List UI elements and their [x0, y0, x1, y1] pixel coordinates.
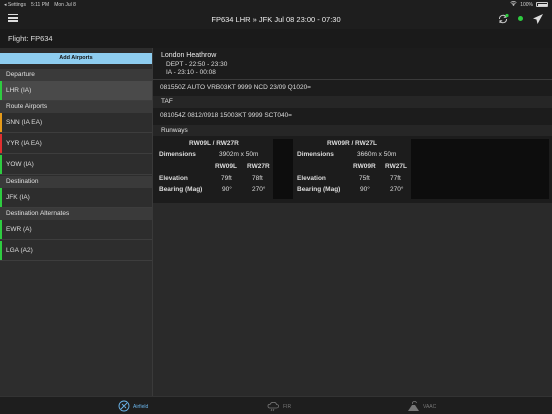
back-to-settings[interactable]: ◂ Settings [4, 2, 26, 8]
dimensions-label: Dimensions [297, 151, 334, 158]
status-bar-indicator [0, 220, 2, 239]
elevation-label: Elevation [297, 175, 326, 182]
sidebar-item-lga[interactable]: LGA (A2) [0, 241, 152, 261]
flight-label: Flight: FP634 [0, 29, 552, 48]
airport-name: London Heathrow [161, 52, 217, 59]
bearing-label: Bearing (Mag) [297, 186, 341, 193]
airport-sidebar: Add Airports Departure LHR (IA) Route Ai… [0, 48, 152, 396]
vaac-icon [407, 400, 420, 414]
section-header-route: Route Airports [0, 101, 152, 113]
airport-label: EWR (A) [6, 226, 32, 233]
tab-fir[interactable]: FIR [267, 400, 291, 414]
bearing-value: 90° [360, 186, 370, 193]
sidebar-item-jfk[interactable]: JFK (IA) [0, 188, 152, 208]
add-airports-button[interactable]: Add Airports [0, 53, 152, 64]
wifi-icon [510, 1, 517, 8]
battery-icon [536, 2, 548, 7]
bearing-value: 270° [390, 186, 404, 193]
runway-end: RW09L [215, 163, 237, 170]
airfield-icon [118, 400, 130, 414]
airport-label: LHR (IA) [6, 87, 32, 94]
airport-detail-panel: London Heathrow DEPT - 22:50 - 23:30 IA … [152, 48, 552, 396]
sidebar-item-lhr[interactable]: LHR (IA) [0, 81, 152, 101]
tab-label: VAAC [423, 404, 437, 410]
tab-bar: Airfield FIR VAAC [0, 396, 552, 414]
dimensions-value: 3660m x 50m [357, 151, 397, 158]
airport-label: YOW (IA) [6, 161, 34, 168]
airport-label: YYR (IA EA) [6, 140, 42, 147]
metar-text: 081550Z AUTO VRB03KT 9999 NCD 23/09 Q102… [160, 84, 311, 91]
airport-label: SNN (IA EA) [6, 119, 43, 126]
elevation-value: 78ft [252, 175, 263, 182]
runways-header: Runways [153, 125, 552, 136]
tab-vaac[interactable]: VAAC [407, 400, 436, 414]
runway-spacer [411, 139, 549, 199]
connection-status-icon [518, 15, 523, 21]
sidebar-item-ewr[interactable]: EWR (A) [0, 220, 152, 240]
sidebar-item-snn[interactable]: SNN (IA EA) [0, 113, 152, 133]
bearing-value: 90° [222, 186, 232, 193]
runway-title: RW09L / RW27R [189, 140, 239, 147]
tab-airfield[interactable]: Airfield [118, 400, 148, 414]
nav-bar: FP634 LHR » JFK Jul 08 23:00 - 07:30 [0, 9, 552, 29]
sidebar-item-yow[interactable]: YOW (IA) [0, 155, 152, 175]
divider [153, 79, 552, 80]
time-windows: DEPT - 22:50 - 23:30 IA - 23:10 - 00:08 [166, 61, 227, 77]
status-bar-indicator [0, 188, 2, 207]
tab-label: Airfield [133, 404, 149, 410]
status-time: 5:11 PM [30, 1, 50, 8]
section-header-destination: Destination [0, 176, 152, 188]
elevation-value: 75ft [359, 175, 370, 182]
taf-text: 081054Z 0812/0918 15003KT 9999 SCT040= [160, 112, 292, 119]
runway-end: RW27L [385, 163, 407, 170]
status-bar-indicator [0, 241, 2, 260]
fir-icon [267, 400, 280, 414]
status-date: Mon Jul 8 [54, 1, 76, 8]
status-bar-indicator [0, 134, 2, 153]
elevation-value: 77ft [390, 175, 401, 182]
airport-label: JFK (IA) [6, 194, 30, 201]
dimensions-label: Dimensions [159, 151, 196, 158]
section-header-departure: Departure [0, 69, 152, 81]
status-bar-indicator [0, 81, 2, 100]
bearing-label: Bearing (Mag) [159, 186, 203, 193]
elevation-label: Elevation [159, 175, 188, 182]
runway-spacer [273, 139, 293, 199]
flight-title: FP634 LHR » JFK Jul 08 23:00 - 07:30 [211, 14, 341, 24]
runway-title: RW09R / RW27L [327, 140, 377, 147]
dimensions-value: 3902m x 50m [219, 151, 259, 158]
taf-header: TAF [153, 96, 552, 108]
airplane-icon[interactable] [532, 12, 544, 24]
status-bar-indicator [0, 113, 2, 132]
ia-window: IA - 23:10 - 00:08 [166, 69, 216, 76]
runway-end: RW27R [247, 163, 270, 170]
runway-end: RW09R [353, 163, 376, 170]
elevation-value: 79ft [221, 175, 232, 182]
airport-info-box: London Heathrow DEPT - 22:50 - 23:30 IA … [153, 48, 552, 203]
sync-icon[interactable] [497, 12, 509, 24]
bearing-value: 270° [252, 186, 266, 193]
tab-label: FIR [283, 404, 292, 410]
status-bar-indicator [0, 155, 2, 174]
airport-label: LGA (A2) [6, 247, 33, 254]
status-bar: ◂ Settings 5:11 PM Mon Jul 8 100% [0, 0, 552, 9]
dept-window: DEPT - 22:50 - 23:30 [166, 61, 228, 68]
sidebar-item-yyr[interactable]: YYR (IA EA) [0, 134, 152, 154]
section-header-alternates: Destination Alternates [0, 208, 152, 220]
battery-percent: 100% [520, 1, 533, 8]
